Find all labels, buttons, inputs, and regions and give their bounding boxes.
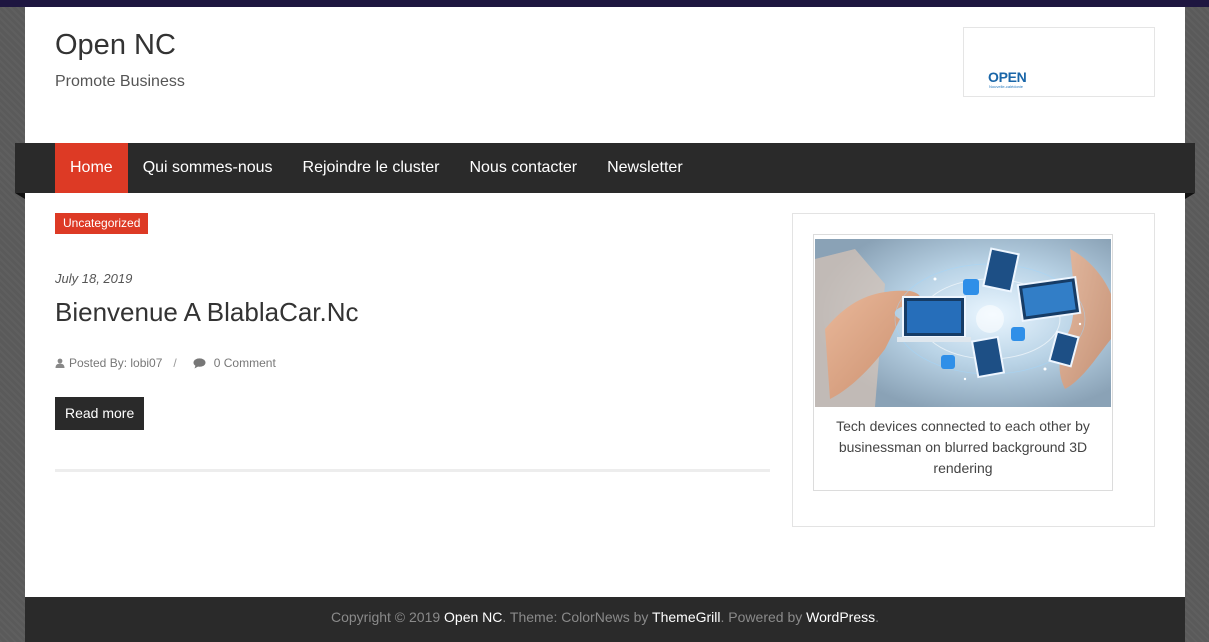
category-badge[interactable]: Uncategorized <box>55 213 149 234</box>
site-tagline: Promote Business <box>55 73 185 90</box>
logo-subtitle: Nouvelle-calédonie <box>989 84 1024 89</box>
nav-item-newsletter[interactable]: Newsletter <box>592 143 698 193</box>
post-comments-link[interactable]: 0 Comment <box>214 356 276 370</box>
nav-item-nous-contacter[interactable]: Nous contacter <box>454 143 592 193</box>
footer-powered-text: . Powered by <box>720 609 807 625</box>
tech-devices-image[interactable] <box>815 239 1111 407</box>
post-title[interactable]: Bienvenue A BlablaCar.Nc <box>55 297 359 328</box>
header-logo[interactable]: OPEN Nouvelle-calédonie <box>963 27 1155 97</box>
user-icon <box>55 358 65 368</box>
nav-item-qui-sommes-nous[interactable]: Qui sommes-nous <box>128 143 288 193</box>
image-caption: Tech devices connected to each other by … <box>836 418 1090 476</box>
image-figure: Tech devices connected to each other by … <box>813 234 1113 491</box>
nav-item-rejoindre-le-cluster[interactable]: Rejoindre le cluster <box>288 143 455 193</box>
post-meta: Posted By: lobi07 / 0 Comment <box>55 356 276 370</box>
nav-menu: Home Qui sommes-nous Rejoindre le cluste… <box>55 143 698 193</box>
footer-site-link[interactable]: Open NC <box>444 609 502 625</box>
footer-end: . <box>875 609 879 625</box>
logo-mark: OPEN Nouvelle-calédonie <box>988 69 1027 89</box>
top-strip <box>0 0 1209 7</box>
post-author[interactable]: Posted By: lobi07 <box>69 356 162 370</box>
site-footer: Copyright © 2019 Open NC. Theme: ColorNe… <box>25 597 1185 642</box>
footer-theme-text: . Theme: ColorNews by <box>502 609 653 625</box>
meta-separator: / <box>173 356 177 370</box>
logo-word: OPEN <box>988 69 1027 85</box>
footer-wordpress-link[interactable]: WordPress <box>806 609 875 625</box>
sidebar-image-widget: Tech devices connected to each other by … <box>792 213 1155 527</box>
post-divider <box>55 469 770 472</box>
main-navigation: Home Qui sommes-nous Rejoindre le cluste… <box>15 143 1195 199</box>
read-more-button[interactable]: Read more <box>55 397 145 430</box>
comment-icon <box>193 357 206 368</box>
footer-copyright: Copyright © 2019 <box>330 609 445 625</box>
footer-themegrill-link[interactable]: ThemeGrill <box>652 609 720 625</box>
post-date[interactable]: July 18, 2019 <box>55 271 132 286</box>
page-container: Open NC Promote Business OPEN Nouvelle-c… <box>25 7 1185 642</box>
site-title[interactable]: Open NC <box>55 29 176 62</box>
nav-item-home[interactable]: Home <box>55 143 128 193</box>
